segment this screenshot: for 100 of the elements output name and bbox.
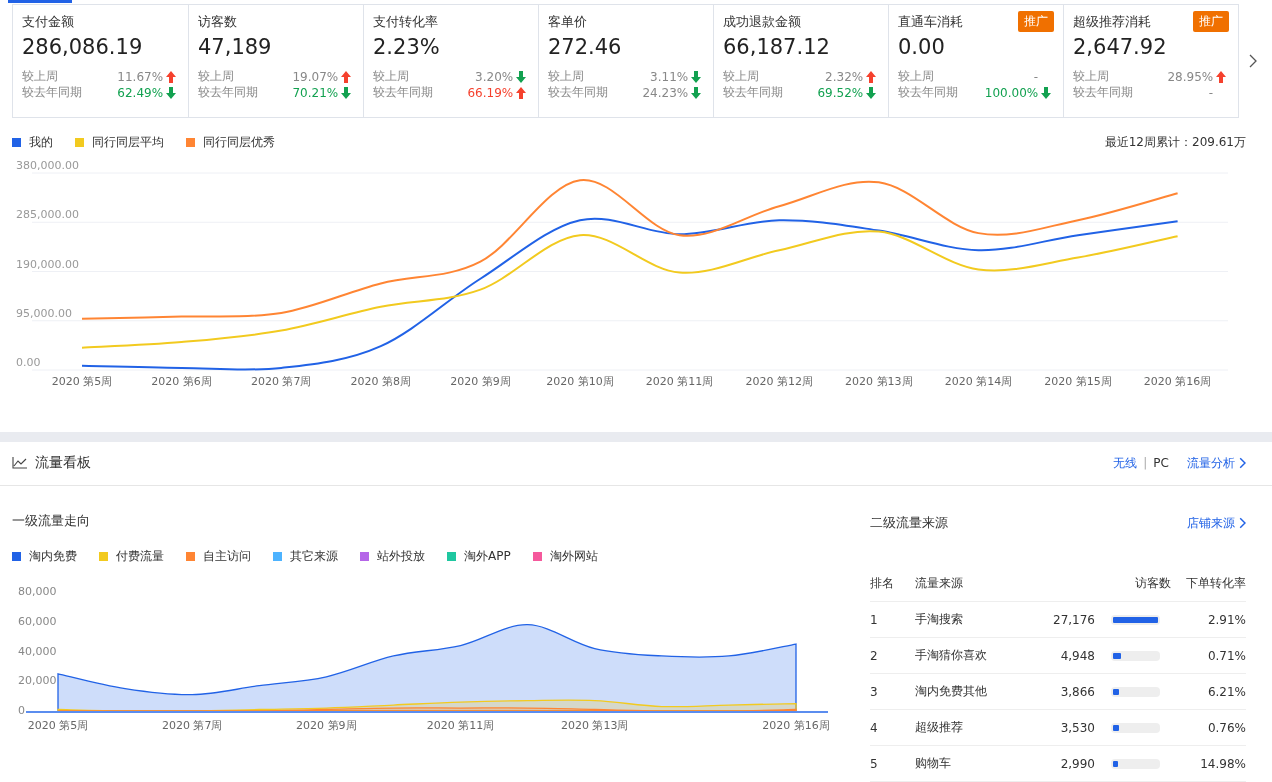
comparison-label: 较上周 [198,68,235,86]
comparison-value: 66.19% [466,85,514,100]
up-arrow-icon [1216,70,1227,83]
comparison-label: 较去年同期 [22,84,83,102]
axis-label: 80,000 [18,585,57,598]
column-header: 访客数 [1134,575,1171,592]
down-arrow-icon [341,86,352,99]
legend-label: 我的 [29,133,53,151]
visitors-cell-text: 2,990 [1059,756,1095,771]
comparison-value: 69.52% [816,85,864,100]
down-arrow-icon [691,86,702,99]
section-title: 一级流量走向 [12,512,91,530]
axis-label: 2020 第5周 [27,719,89,732]
rate-cell-text: 0.71% [1206,648,1246,663]
comparison-label: 较上周 [22,68,59,86]
axis-label: 190,000.00 [16,257,79,271]
up-arrow-icon [341,70,352,83]
section-title: 二级流量来源 [870,514,948,532]
comparison-label: 较去年同期 [898,84,959,102]
visitors-cell-text: 4,948 [1059,648,1095,663]
axis-label: 2020 第9周 [450,374,511,388]
rate-cell-text: 2.91% [1206,612,1246,627]
up-arrow-icon [516,86,527,99]
up-arrow-icon [866,70,877,83]
axis-label: 2020 第16周 [1143,374,1212,388]
shop-source-link[interactable]: 店铺来源 [1186,514,1246,532]
rank-cell-text: 3 [870,684,879,699]
column-header: 流量来源 [915,575,964,592]
legend-label: 自主访问 [203,548,251,565]
legend-label: 付费流量 [116,548,164,565]
comparison-value: 11.67% [116,69,164,84]
total-text: 最近12周累计：209.61万 [1104,133,1246,151]
axis-label: 2020 第15周 [1044,374,1112,388]
source-cell-text: 超级推荐 [915,719,964,736]
axis-label: 60,000 [18,614,57,628]
chevron-right-icon [1238,457,1246,470]
down-arrow-icon [166,86,177,99]
metric-title: 支付转化率 [373,12,438,31]
comparison-value: 24.23% [641,85,689,100]
view-toggle[interactable]: PC [1153,456,1169,471]
axis-label: 2020 第5周 [51,374,113,388]
column-header: 下单转化率 [1185,575,1246,592]
metric-title: 成功退款金额 [723,12,801,31]
down-arrow-icon [866,86,877,99]
axis-label: 380,000.00 [16,158,79,172]
source-cell-text: 手淘猜你喜欢 [915,647,988,664]
rank-cell-text: 2 [870,648,879,663]
legend-label: 淘内免费 [29,548,77,565]
axis-label: 2020 第14周 [944,374,1013,388]
rank-cell-text: 1 [870,612,879,627]
source-cell-text: 淘内免费其他 [915,683,988,700]
comparison-value: - [1207,85,1214,100]
axis-label: 2020 第10周 [546,374,614,388]
comparison-value: 3.20% [474,69,514,84]
axis-label: 0.00 [16,355,41,369]
source-cell-text: 购物车 [915,755,952,772]
comparison-label: 较去年同期 [723,84,784,102]
metric-value: 2,647.92 [1073,34,1168,59]
axis-label: 2020 第11周 [426,719,495,732]
chevron-right-icon [1238,517,1246,529]
up-arrow-icon [166,70,177,83]
visitors-cell-text: 27,176 [1052,612,1095,627]
traffic-analysis-link[interactable]: 流量分析 [1186,454,1246,472]
comparison-label: 较去年同期 [548,84,609,102]
comparison-value: 19.07% [291,69,339,84]
comparison-label: 较上周 [898,68,935,86]
axis-label: 2020 第7周 [250,374,312,388]
promote-badge[interactable]: 推广 [1193,11,1229,33]
legend-label: 同行同层平均 [92,133,164,151]
source-cell-text: 手淘搜索 [915,611,964,628]
rate-cell-text: 6.21% [1206,684,1246,699]
down-arrow-icon [516,70,527,83]
comparison-value: 62.49% [116,85,164,100]
metric-title: 支付金额 [22,12,74,31]
axis-label: 2020 第7周 [161,719,223,732]
rate-cell-text: 14.98% [1199,756,1246,771]
metric-title: 超级推荐消耗 [1073,12,1151,31]
comparison-value: 28.95% [1166,69,1214,84]
chevron-right-icon[interactable] [1249,53,1257,68]
comparison-value: 3.11% [649,69,689,84]
visitors-cell-text: 3,866 [1059,684,1095,699]
comparison-value: 2.32% [824,69,864,84]
comparison-label: 较去年同期 [198,84,259,102]
comparison-label: 较上周 [723,68,760,86]
axis-label: 20,000 [18,674,57,688]
down-arrow-icon [691,70,702,83]
axis-label: 2020 第9周 [296,719,357,732]
view-toggle[interactable]: 无线 [1113,454,1138,472]
axis-label: 2020 第11周 [645,374,714,388]
legend-label: 淘外APP [464,548,511,565]
metric-value: 66,187.12 [723,34,831,59]
rank-cell-text: 5 [870,756,879,771]
comparison-label: 较去年同期 [1073,84,1134,102]
metric-value: 286,086.19 [22,34,144,59]
panel-title: 流量看板 [35,454,91,473]
axis-label: 2020 第6周 [151,374,212,388]
rate-cell-text: 0.76% [1206,720,1246,735]
metric-title: 访客数 [198,12,237,31]
separator-text: | [1143,456,1148,471]
promote-badge[interactable]: 推广 [1018,11,1054,33]
